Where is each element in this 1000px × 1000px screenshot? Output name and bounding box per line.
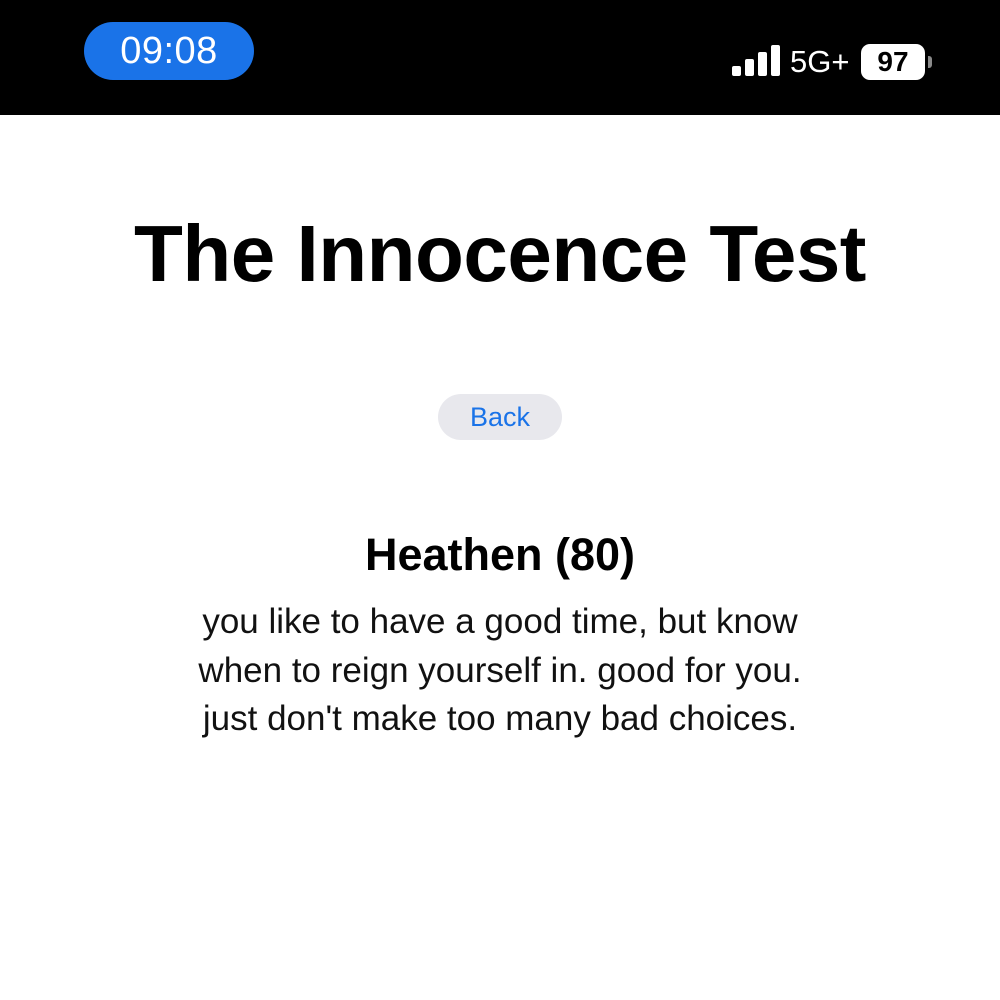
battery-icon: 97	[861, 44, 925, 80]
result-heading: Heathen (80)	[364, 529, 636, 580]
network-type-label: 5G+	[790, 44, 850, 79]
page-title: The Innocence Test	[134, 209, 866, 298]
status-time[interactable]: 09:08	[84, 22, 254, 80]
battery-cap	[928, 56, 932, 68]
battery-level: 97	[877, 46, 909, 77]
result-description: you like to have a good time, but know w…	[198, 602, 802, 738]
back-button[interactable]: Back	[438, 394, 562, 440]
cellular-signal-icon	[732, 45, 780, 76]
status-bar: 09:08 5G+ 97	[0, 0, 1000, 115]
